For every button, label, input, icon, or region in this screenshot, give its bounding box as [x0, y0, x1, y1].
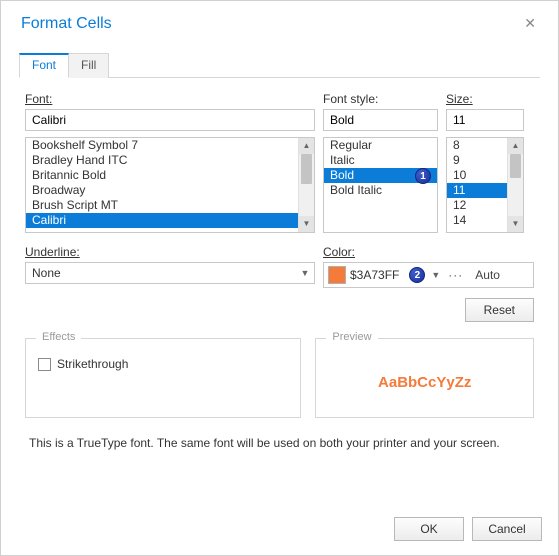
color-auto-link[interactable]: Auto [471, 268, 500, 282]
cancel-button[interactable]: Cancel [472, 517, 542, 541]
list-item[interactable]: 9 [447, 153, 507, 168]
scroll-thumb[interactable] [301, 154, 312, 184]
dialog-title: Format Cells [21, 15, 112, 33]
font-listbox[interactable]: Bookshelf Symbol 7Bradley Hand ITCBritan… [25, 137, 315, 233]
scroll-up-icon[interactable]: ▲ [508, 138, 523, 154]
more-colors-icon[interactable]: ··· [444, 268, 467, 282]
scroll-up-icon[interactable]: ▲ [299, 138, 314, 154]
list-item[interactable]: Brush Script MT [26, 198, 298, 213]
scroll-down-icon[interactable]: ▼ [299, 216, 314, 232]
preview-legend: Preview [326, 331, 377, 343]
list-item[interactable]: Bold Italic [324, 183, 437, 198]
list-item[interactable]: Bradley Hand ITC [26, 153, 298, 168]
preview-sample: AaBbCcYyZz [328, 357, 521, 407]
label-font-style: Font style: [323, 92, 438, 106]
scrollbar[interactable]: ▲ ▼ [507, 138, 523, 232]
footnote: This is a TrueType font. The same font w… [29, 436, 534, 450]
badge-2: 2 [409, 267, 425, 283]
list-item[interactable]: Broadway [26, 183, 298, 198]
list-item[interactable]: 10 [447, 168, 507, 183]
scrollbar[interactable]: ▲ ▼ [298, 138, 314, 232]
font-size-listbox[interactable]: 8910111214 ▲ ▼ [446, 137, 524, 233]
label-size: Size: [446, 92, 524, 106]
ok-button[interactable]: OK [394, 517, 464, 541]
color-swatch [328, 266, 346, 284]
label-color: Color: [323, 245, 534, 259]
underline-value: None [26, 266, 296, 280]
tab-fill[interactable]: Fill [68, 53, 109, 78]
list-item[interactable]: 12 [447, 198, 507, 213]
font-style-listbox[interactable]: RegularItalicBoldBold Italic 1 [323, 137, 438, 233]
chevron-down-icon[interactable]: ▼ [431, 270, 440, 280]
font-style-input[interactable] [323, 109, 438, 131]
list-item[interactable]: Bookshelf Symbol 7 [26, 138, 298, 153]
list-item[interactable]: 8 [447, 138, 507, 153]
scroll-thumb[interactable] [510, 154, 521, 178]
checkbox-icon [38, 358, 51, 371]
label-underline: Underline: [25, 245, 315, 259]
effects-group: Effects Strikethrough [25, 338, 301, 418]
list-item[interactable]: 11 [447, 183, 507, 198]
format-cells-dialog: Format Cells ✕ Font Fill Font: Bookshelf… [0, 0, 559, 556]
tab-font[interactable]: Font [19, 53, 69, 78]
label-font: Font: [25, 92, 315, 106]
titlebar: Format Cells ✕ [1, 1, 558, 42]
scroll-down-icon[interactable]: ▼ [508, 216, 523, 232]
chevron-down-icon[interactable]: ▼ [296, 268, 314, 278]
list-item[interactable]: Calibri [26, 213, 298, 228]
color-picker[interactable]: $3A73FF 2 ▼ ··· Auto [323, 262, 534, 288]
font-size-input[interactable] [446, 109, 524, 131]
preview-group: Preview AaBbCcYyZz [315, 338, 534, 418]
reset-button[interactable]: Reset [465, 298, 534, 322]
strikethrough-checkbox[interactable]: Strikethrough [38, 357, 288, 371]
tab-strip: Font Fill [19, 52, 540, 78]
list-item[interactable]: Regular [324, 138, 437, 153]
effects-legend: Effects [36, 331, 81, 343]
color-hex: $3A73FF [350, 268, 399, 282]
underline-select[interactable]: None ▼ [25, 262, 315, 284]
dialog-buttons: OK Cancel [394, 517, 542, 541]
font-name-input[interactable] [25, 109, 315, 131]
badge-1: 1 [415, 168, 431, 184]
close-icon[interactable]: ✕ [518, 13, 542, 34]
list-item[interactable]: Italic [324, 153, 437, 168]
list-item[interactable]: Britannic Bold [26, 168, 298, 183]
list-item[interactable]: 14 [447, 213, 507, 228]
strikethrough-label: Strikethrough [57, 357, 128, 371]
